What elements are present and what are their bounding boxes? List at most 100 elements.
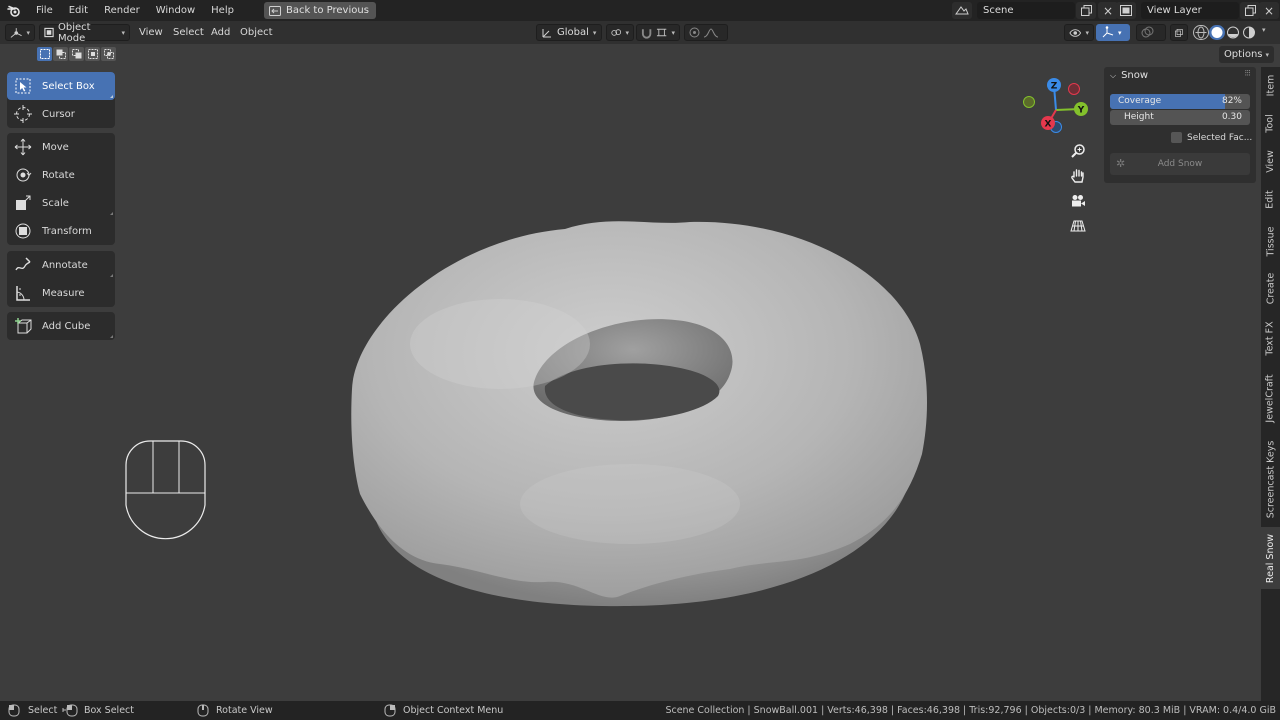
chevron-down-icon[interactable]: ▾: [1262, 26, 1266, 34]
editor-type-dropdown[interactable]: ▾: [5, 24, 35, 41]
pan-view-hand-icon[interactable]: [1067, 165, 1089, 187]
tool-transform[interactable]: Transform: [7, 217, 115, 245]
tab-label: Text FX: [1265, 320, 1276, 356]
select-new-button[interactable]: [37, 47, 52, 61]
snap-dropdown[interactable]: ▾: [636, 24, 680, 41]
scene-browse-button[interactable]: [952, 2, 972, 19]
tab-label: View: [1265, 149, 1277, 173]
menu-file[interactable]: File: [28, 0, 61, 21]
options-dropdown[interactable]: Options ▾: [1219, 46, 1274, 63]
tool-add-cube[interactable]: Add Cube: [7, 312, 115, 340]
mode-label: Object Mode: [58, 21, 91, 44]
tab-label: Create: [1265, 272, 1277, 305]
delete-scene-button[interactable]: ×: [1098, 2, 1118, 19]
header-menu-add[interactable]: Add: [211, 21, 230, 44]
zoom-view-icon[interactable]: [1067, 140, 1089, 162]
tab-item[interactable]: Item: [1261, 67, 1280, 103]
select-new-icon: [39, 49, 50, 59]
scene-name-field[interactable]: Scene: [977, 2, 1075, 19]
selected-faces-checkbox[interactable]: Selected Fac...: [1171, 132, 1252, 143]
chevron-down-icon: ▾: [671, 28, 675, 37]
view-layer-browse-button[interactable]: [1116, 2, 1136, 19]
chevron-down-icon: ⌵: [1110, 70, 1117, 80]
3d-viewport[interactable]: Select Box Cursor Move Rotate Scale Tran…: [0, 44, 1280, 701]
view-layer-text: View Layer: [1147, 5, 1202, 16]
checkbox-box: [1171, 132, 1182, 143]
perspective-grid-icon[interactable]: [1067, 215, 1089, 237]
pivot-point-dropdown[interactable]: ▾: [606, 24, 634, 41]
tab-jewelcraft[interactable]: JewelCraft: [1261, 365, 1280, 431]
add-snow-button[interactable]: ✲ Add Snow: [1110, 153, 1250, 175]
xray-toggle[interactable]: [1170, 24, 1188, 41]
tool-cursor[interactable]: Cursor: [7, 100, 115, 128]
blender-logo-icon[interactable]: [0, 0, 28, 21]
coverage-value: 82%: [1221, 96, 1242, 106]
header-menu-object[interactable]: Object: [240, 21, 273, 44]
overlays-dropdown[interactable]: [1136, 24, 1166, 41]
solid-shading-button[interactable]: [1209, 25, 1225, 40]
header-menu-view[interactable]: View: [139, 21, 163, 44]
transform-orientation-dropdown[interactable]: Global ▾: [536, 24, 602, 41]
cursor-icon: [13, 105, 32, 124]
menu-edit[interactable]: Edit: [61, 0, 96, 21]
toolbar-add-group: Add Cube: [7, 312, 115, 340]
new-view-layer-button[interactable]: [1240, 2, 1260, 19]
wireframe-shading-button[interactable]: [1193, 25, 1209, 40]
tab-tissue[interactable]: Tissue: [1261, 219, 1280, 264]
chevron-down-icon: ▾: [26, 28, 30, 37]
snap-increment-icon: [657, 28, 667, 37]
tool-rotate[interactable]: Rotate: [7, 161, 115, 189]
tool-label: Select Box: [42, 80, 95, 92]
tab-real-snow[interactable]: Real Snow: [1261, 527, 1280, 589]
viewport-header: ▾ Object Mode ▾ View Select Add Object G…: [0, 21, 1280, 44]
status-box-select-hint: Box Select: [84, 705, 134, 716]
back-to-previous-button[interactable]: Back to Previous: [263, 2, 376, 19]
tab-label: Tissue: [1265, 226, 1277, 257]
snow-donut-mesh[interactable]: [330, 164, 950, 624]
proportional-editing-dropdown[interactable]: [684, 24, 728, 41]
select-subtract-button[interactable]: [69, 47, 84, 61]
drag-handle-icon[interactable]: ⁝⁝⁝: [1244, 69, 1251, 79]
menu-help[interactable]: Help: [203, 0, 242, 21]
tab-view[interactable]: View: [1261, 143, 1280, 179]
select-invert-button[interactable]: [85, 47, 100, 61]
tab-create[interactable]: Create: [1261, 266, 1280, 311]
gizmo-neg-x[interactable]: [1068, 83, 1080, 95]
scale-icon: [13, 194, 32, 213]
menu-window[interactable]: Window: [148, 0, 203, 21]
material-shading-button[interactable]: [1225, 25, 1241, 40]
show-gizmo-dropdown[interactable]: ▾: [1064, 24, 1094, 41]
show-gizmos-toggle[interactable]: ▾: [1096, 24, 1130, 41]
navigation-gizmo[interactable]: Z Y X: [1020, 75, 1092, 145]
tab-edit[interactable]: Edit: [1261, 181, 1280, 217]
tool-measure[interactable]: Measure: [7, 279, 115, 307]
new-scene-button[interactable]: [1076, 2, 1096, 19]
tool-label: Rotate: [42, 169, 75, 181]
tool-annotate[interactable]: Annotate: [7, 251, 115, 279]
view-layer-field[interactable]: View Layer: [1141, 2, 1239, 19]
tab-text-fx[interactable]: Text FX: [1261, 313, 1280, 363]
select-intersect-button[interactable]: [101, 47, 116, 61]
tool-select-box[interactable]: Select Box: [7, 72, 115, 100]
rendered-shading-button[interactable]: [1241, 25, 1257, 40]
tool-scale[interactable]: Scale: [7, 189, 115, 217]
close-icon: ×: [1263, 3, 1275, 18]
mode-dropdown[interactable]: Object Mode ▾: [39, 21, 130, 44]
mouse-left-icon: [8, 701, 20, 720]
header-menu-select[interactable]: Select: [173, 21, 204, 44]
material-sphere-icon: [1227, 26, 1239, 39]
select-extend-button[interactable]: [53, 47, 68, 61]
tool-move[interactable]: Move: [7, 133, 115, 161]
tab-screencast-keys[interactable]: Screencast Keys: [1261, 433, 1280, 525]
tab-tool[interactable]: Tool: [1261, 105, 1280, 141]
camera-view-icon[interactable]: [1067, 190, 1089, 212]
height-field[interactable]: Height 0.30: [1110, 110, 1250, 125]
wireframe-sphere-icon: [1195, 26, 1207, 39]
coverage-slider[interactable]: Coverage 82%: [1110, 94, 1250, 109]
gizmo-neg-y[interactable]: [1023, 96, 1035, 108]
status-context-menu-hint: Object Context Menu: [403, 705, 504, 716]
rendered-sphere-icon: [1243, 26, 1255, 39]
delete-view-layer-button[interactable]: ×: [1259, 2, 1279, 19]
snow-panel-header[interactable]: ⌵ Snow: [1110, 70, 1148, 81]
menu-render[interactable]: Render: [96, 0, 148, 21]
